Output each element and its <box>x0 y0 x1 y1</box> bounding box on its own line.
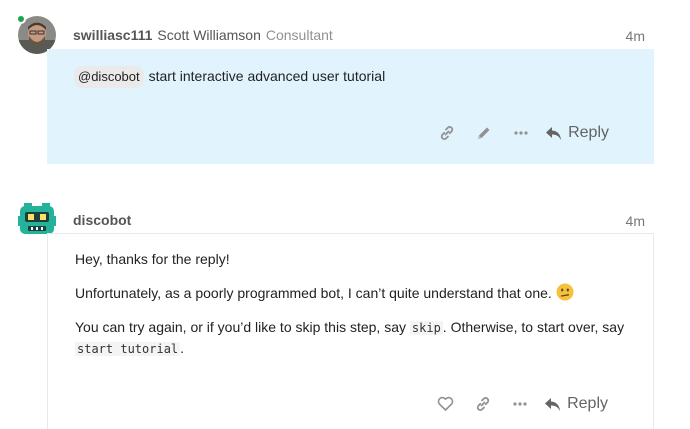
post-text: start interactive advanced user tutorial <box>148 68 386 84</box>
post-age[interactable]: 4m <box>626 28 645 44</box>
code-skip: skip <box>409 321 443 335</box>
paragraph-3: You can try again, or if you’d like to s… <box>75 319 625 356</box>
reply-label: Reply <box>567 395 608 412</box>
reply-button[interactable]: Reply <box>544 395 608 413</box>
link-icon[interactable] <box>464 389 501 419</box>
edit-pencil-icon[interactable] <box>465 118 502 148</box>
reply-arrow-icon <box>546 126 562 140</box>
post-content: Hey, thanks for the reply! Unfortunately… <box>75 249 633 373</box>
reply-label: Reply <box>568 124 609 141</box>
post-meta: discobot <box>73 212 131 228</box>
post-actions: Reply <box>427 389 608 419</box>
username[interactable]: discobot <box>73 212 131 228</box>
code-start-tutorial: start tutorial <box>75 342 181 356</box>
reply-button[interactable]: Reply <box>545 124 609 142</box>
paragraph-1: Hey, thanks for the reply! <box>75 251 230 267</box>
post-discobot: discobot 4m Hey, thanks for the reply! U… <box>0 190 690 429</box>
post-body: @discobot start interactive advanced user… <box>47 49 654 164</box>
more-options-icon[interactable] <box>502 118 539 148</box>
paragraph-2: Unfortunately, as a poorly programmed bo… <box>75 283 633 303</box>
more-options-icon[interactable] <box>501 389 538 419</box>
username[interactable]: swilliasc111 <box>73 27 152 43</box>
post-age[interactable]: 4m <box>626 213 645 229</box>
post-swilliasc111: swilliasc111 Scott Williamson Consultant… <box>0 0 690 170</box>
user-title: Consultant <box>265 27 333 43</box>
online-indicator <box>16 14 26 24</box>
post-meta: swilliasc111 Scott Williamson Consultant <box>73 27 333 43</box>
like-heart-icon[interactable] <box>427 389 464 419</box>
link-icon[interactable] <box>428 118 465 148</box>
full-name[interactable]: Scott Williamson <box>157 27 260 43</box>
mention-link[interactable]: @discobot <box>74 66 144 88</box>
post-body: Hey, thanks for the reply! Unfortunately… <box>47 233 654 429</box>
confused-emoji-icon <box>556 283 574 301</box>
post-content: @discobot start interactive advanced user… <box>74 66 634 88</box>
post-actions: Reply <box>428 118 609 148</box>
reply-arrow-icon <box>545 397 561 411</box>
